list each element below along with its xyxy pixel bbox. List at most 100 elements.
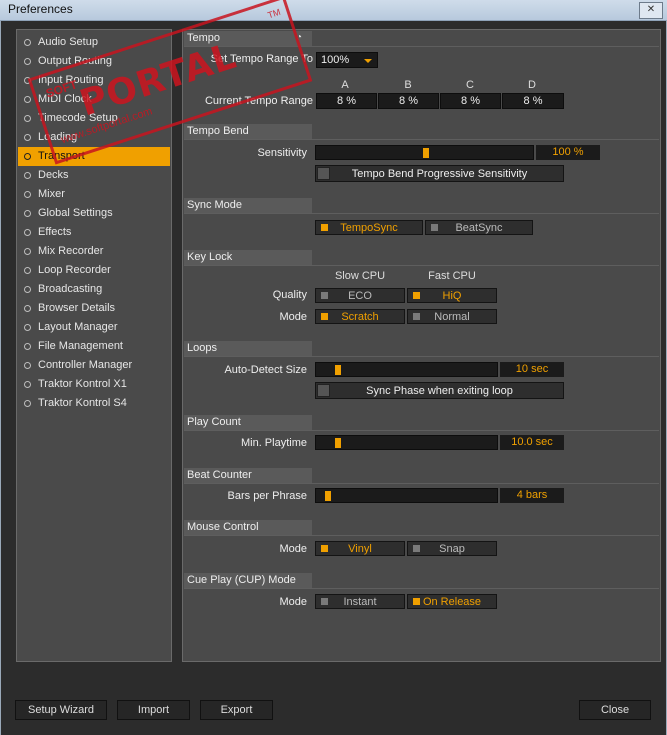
radio-dot-icon xyxy=(24,248,31,255)
radio-dot-icon xyxy=(24,362,31,369)
sensitivity-slider[interactable] xyxy=(315,145,534,160)
sidebar-item-label: Transport xyxy=(38,150,85,162)
section-header-cue-play: Cue Play (CUP) Mode xyxy=(184,573,312,588)
tempo-range-dropdown[interactable]: 100% xyxy=(316,52,378,68)
auto-detect-size-slider[interactable] xyxy=(315,362,498,377)
column-header-d: D xyxy=(528,79,536,91)
radio-dot-icon xyxy=(24,77,31,84)
sidebar-item-loop-recorder[interactable]: Loop Recorder xyxy=(18,261,170,280)
import-button[interactable]: Import xyxy=(117,700,190,720)
sidebar-item-transport[interactable]: Transport xyxy=(18,147,170,166)
sidebar-item-mix-recorder[interactable]: Mix Recorder xyxy=(18,242,170,261)
bars-per-phrase-slider[interactable] xyxy=(315,488,498,503)
mouse-snap-button[interactable]: Snap xyxy=(407,541,497,556)
sidebar-item-broadcasting[interactable]: Broadcasting xyxy=(18,280,170,299)
section-divider xyxy=(184,46,659,47)
option-label: BeatSync xyxy=(455,222,503,234)
export-button[interactable]: Export xyxy=(200,700,273,720)
sidebar-item-decks[interactable]: Decks xyxy=(18,166,170,185)
column-header-c: C xyxy=(466,79,474,91)
close-button[interactable]: Close xyxy=(579,700,651,720)
sidebar-item-label: Traktor Kontrol S4 xyxy=(38,397,127,409)
quality-hiq-button[interactable]: HiQ xyxy=(407,288,497,303)
sidebar-item-label: Global Settings xyxy=(38,207,113,219)
option-label: Vinyl xyxy=(348,543,372,555)
slider-thumb[interactable] xyxy=(335,365,341,375)
sidebar-item-label: Broadcasting xyxy=(38,283,103,295)
quality-label: Quality xyxy=(272,289,307,301)
radio-dot-icon xyxy=(24,39,31,46)
tempo-range-d-field[interactable]: 8 % xyxy=(502,93,564,109)
key-lock-mode-label: Mode xyxy=(279,311,307,323)
sidebar-item-label: Effects xyxy=(38,226,72,238)
section-header-beat-counter: Beat Counter xyxy=(184,468,312,483)
cue-on-release-button[interactable]: On Release xyxy=(407,594,497,609)
min-playtime-value: 10.0 sec xyxy=(500,435,564,450)
tempo-range-value: 100% xyxy=(321,54,350,66)
close-icon[interactable]: ✕ xyxy=(639,2,663,19)
tempo-range-b-field[interactable]: 8 % xyxy=(378,93,439,109)
radio-dot-icon xyxy=(24,210,31,217)
sidebar-item-label: Loop Recorder xyxy=(38,264,111,276)
sidebar-item-browser-details[interactable]: Browser Details xyxy=(18,299,170,318)
section-divider xyxy=(184,430,659,431)
sync-beat-button[interactable]: BeatSync xyxy=(425,220,533,235)
sidebar-item-traktor-kontrol-x1[interactable]: Traktor Kontrol X1 xyxy=(18,375,170,394)
auto-detect-size-value: 10 sec xyxy=(500,362,564,377)
setup-wizard-button[interactable]: Setup Wizard xyxy=(15,700,107,720)
radio-dot-icon xyxy=(24,267,31,274)
sidebar-item-controller-manager[interactable]: Controller Manager xyxy=(18,356,170,375)
sidebar-item-label: Input Routing xyxy=(38,74,104,86)
sidebar-item-label: Controller Manager xyxy=(38,359,133,371)
sidebar-item-output-routing[interactable]: Output Routing xyxy=(18,52,170,71)
radio-dot-icon xyxy=(24,115,31,122)
radio-dot-icon xyxy=(24,324,31,331)
cue-mode-label: Mode xyxy=(279,596,307,608)
sidebar-item-midi-clock[interactable]: MIDI Clock xyxy=(18,90,170,109)
min-playtime-slider[interactable] xyxy=(315,435,498,450)
sync-phase-checkbox[interactable]: Sync Phase when exiting loop xyxy=(315,382,564,399)
sync-tempo-button[interactable]: TempoSync xyxy=(315,220,423,235)
section-header-play-count: Play Count xyxy=(184,415,312,430)
sidebar: Audio Setup Output Routing Input Routing… xyxy=(16,29,172,662)
cue-instant-button[interactable]: Instant xyxy=(315,594,405,609)
led-indicator-icon xyxy=(413,292,420,299)
mouse-vinyl-button[interactable]: Vinyl xyxy=(315,541,405,556)
section-divider xyxy=(184,265,659,266)
sidebar-item-input-routing[interactable]: Input Routing xyxy=(18,71,170,90)
tempo-range-c-field[interactable]: 8 % xyxy=(440,93,501,109)
mode-scratch-button[interactable]: Scratch xyxy=(315,309,405,324)
mode-normal-button[interactable]: Normal xyxy=(407,309,497,324)
radio-dot-icon xyxy=(24,305,31,312)
radio-dot-icon xyxy=(24,286,31,293)
tempo-bend-progressive-checkbox[interactable]: Tempo Bend Progressive Sensitivity xyxy=(315,165,564,182)
sidebar-item-global-settings[interactable]: Global Settings xyxy=(18,204,170,223)
led-indicator-icon xyxy=(321,313,328,320)
section-divider xyxy=(184,213,659,214)
section-divider xyxy=(184,483,659,484)
sidebar-item-loading[interactable]: Loading xyxy=(18,128,170,147)
quality-eco-button[interactable]: ECO xyxy=(315,288,405,303)
led-indicator-icon xyxy=(413,313,420,320)
auto-detect-size-label: Auto-Detect Size xyxy=(224,364,307,376)
led-indicator-icon xyxy=(321,545,328,552)
chevron-down-icon xyxy=(364,59,372,63)
section-header-sync-mode: Sync Mode xyxy=(184,198,312,213)
window-titlebar: Preferences ✕ xyxy=(0,0,667,21)
tempo-range-a-field[interactable]: 8 % xyxy=(316,93,377,109)
section-header-mouse-control: Mouse Control xyxy=(184,520,312,535)
window-title: Preferences xyxy=(8,2,73,16)
slider-thumb[interactable] xyxy=(423,148,429,158)
sidebar-item-file-management[interactable]: File Management xyxy=(18,337,170,356)
slider-thumb[interactable] xyxy=(335,438,341,448)
sidebar-item-layout-manager[interactable]: Layout Manager xyxy=(18,318,170,337)
sidebar-item-timecode-setup[interactable]: Timecode Setup xyxy=(18,109,170,128)
sidebar-item-traktor-kontrol-s4[interactable]: Traktor Kontrol S4 xyxy=(18,394,170,413)
slider-thumb[interactable] xyxy=(325,491,331,501)
sidebar-item-mixer[interactable]: Mixer xyxy=(18,185,170,204)
slow-cpu-label: Slow CPU xyxy=(334,270,386,282)
option-label: Snap xyxy=(439,543,465,555)
sidebar-item-audio-setup[interactable]: Audio Setup xyxy=(18,33,170,52)
sidebar-item-effects[interactable]: Effects xyxy=(18,223,170,242)
led-indicator-icon xyxy=(321,224,328,231)
